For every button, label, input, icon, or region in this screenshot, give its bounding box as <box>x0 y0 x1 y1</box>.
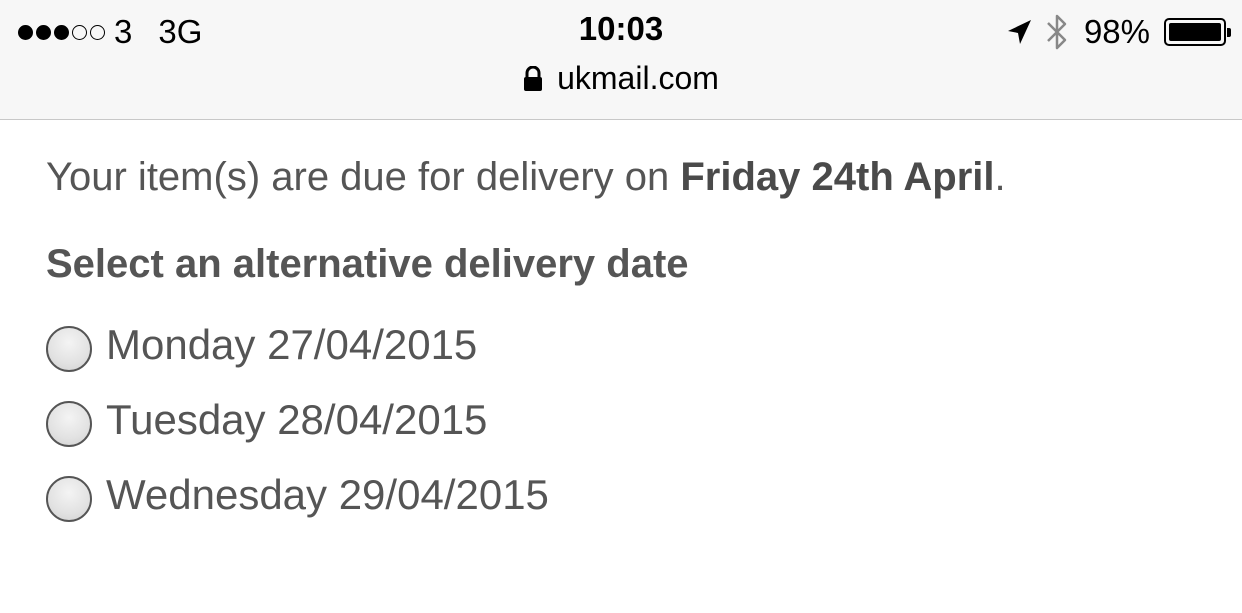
due-suffix: . <box>994 155 1006 199</box>
url-text: ukmail.com <box>557 60 719 96</box>
option-label: Wednesday 29/04/2015 <box>106 470 549 518</box>
option-label: Tuesday 28/04/2015 <box>106 395 488 443</box>
due-prefix: Your item(s) are due for delivery on <box>46 155 681 199</box>
delivery-option-tuesday[interactable]: Tuesday 28/04/2015 <box>46 382 1242 457</box>
browser-top-bar: 3 3G 10:03 98% ukmail.com <box>0 0 1242 120</box>
delivery-date-options: Monday 27/04/2015 Tuesday 28/04/2015 Wed… <box>46 307 1242 532</box>
option-label: Monday 27/04/2015 <box>106 320 478 368</box>
radio-button[interactable] <box>46 400 92 447</box>
delivery-option-wednesday[interactable]: Wednesday 29/04/2015 <box>46 457 1242 532</box>
battery-fill <box>1169 23 1221 41</box>
status-right: 98% <box>1006 12 1231 52</box>
radio-button[interactable] <box>46 325 92 372</box>
battery-percentage: 98% <box>1083 13 1150 50</box>
battery-icon <box>1164 18 1231 46</box>
battery-tip <box>1227 28 1231 37</box>
lock-icon <box>523 65 543 92</box>
delivery-option-monday[interactable]: Monday 27/04/2015 <box>46 307 1242 382</box>
alternative-date-heading: Select an alternative delivery date <box>46 242 689 286</box>
due-date-message: Your item(s) are due for delivery on Fri… <box>46 120 1242 200</box>
bluetooth-icon <box>1046 13 1068 51</box>
page-content: Your item(s) are due for delivery on Fri… <box>0 120 1242 532</box>
location-arrow-icon <box>1006 18 1032 46</box>
due-date: Friday 24th April <box>680 155 995 199</box>
address-bar[interactable]: ukmail.com <box>0 60 1242 97</box>
radio-button[interactable] <box>46 475 92 522</box>
